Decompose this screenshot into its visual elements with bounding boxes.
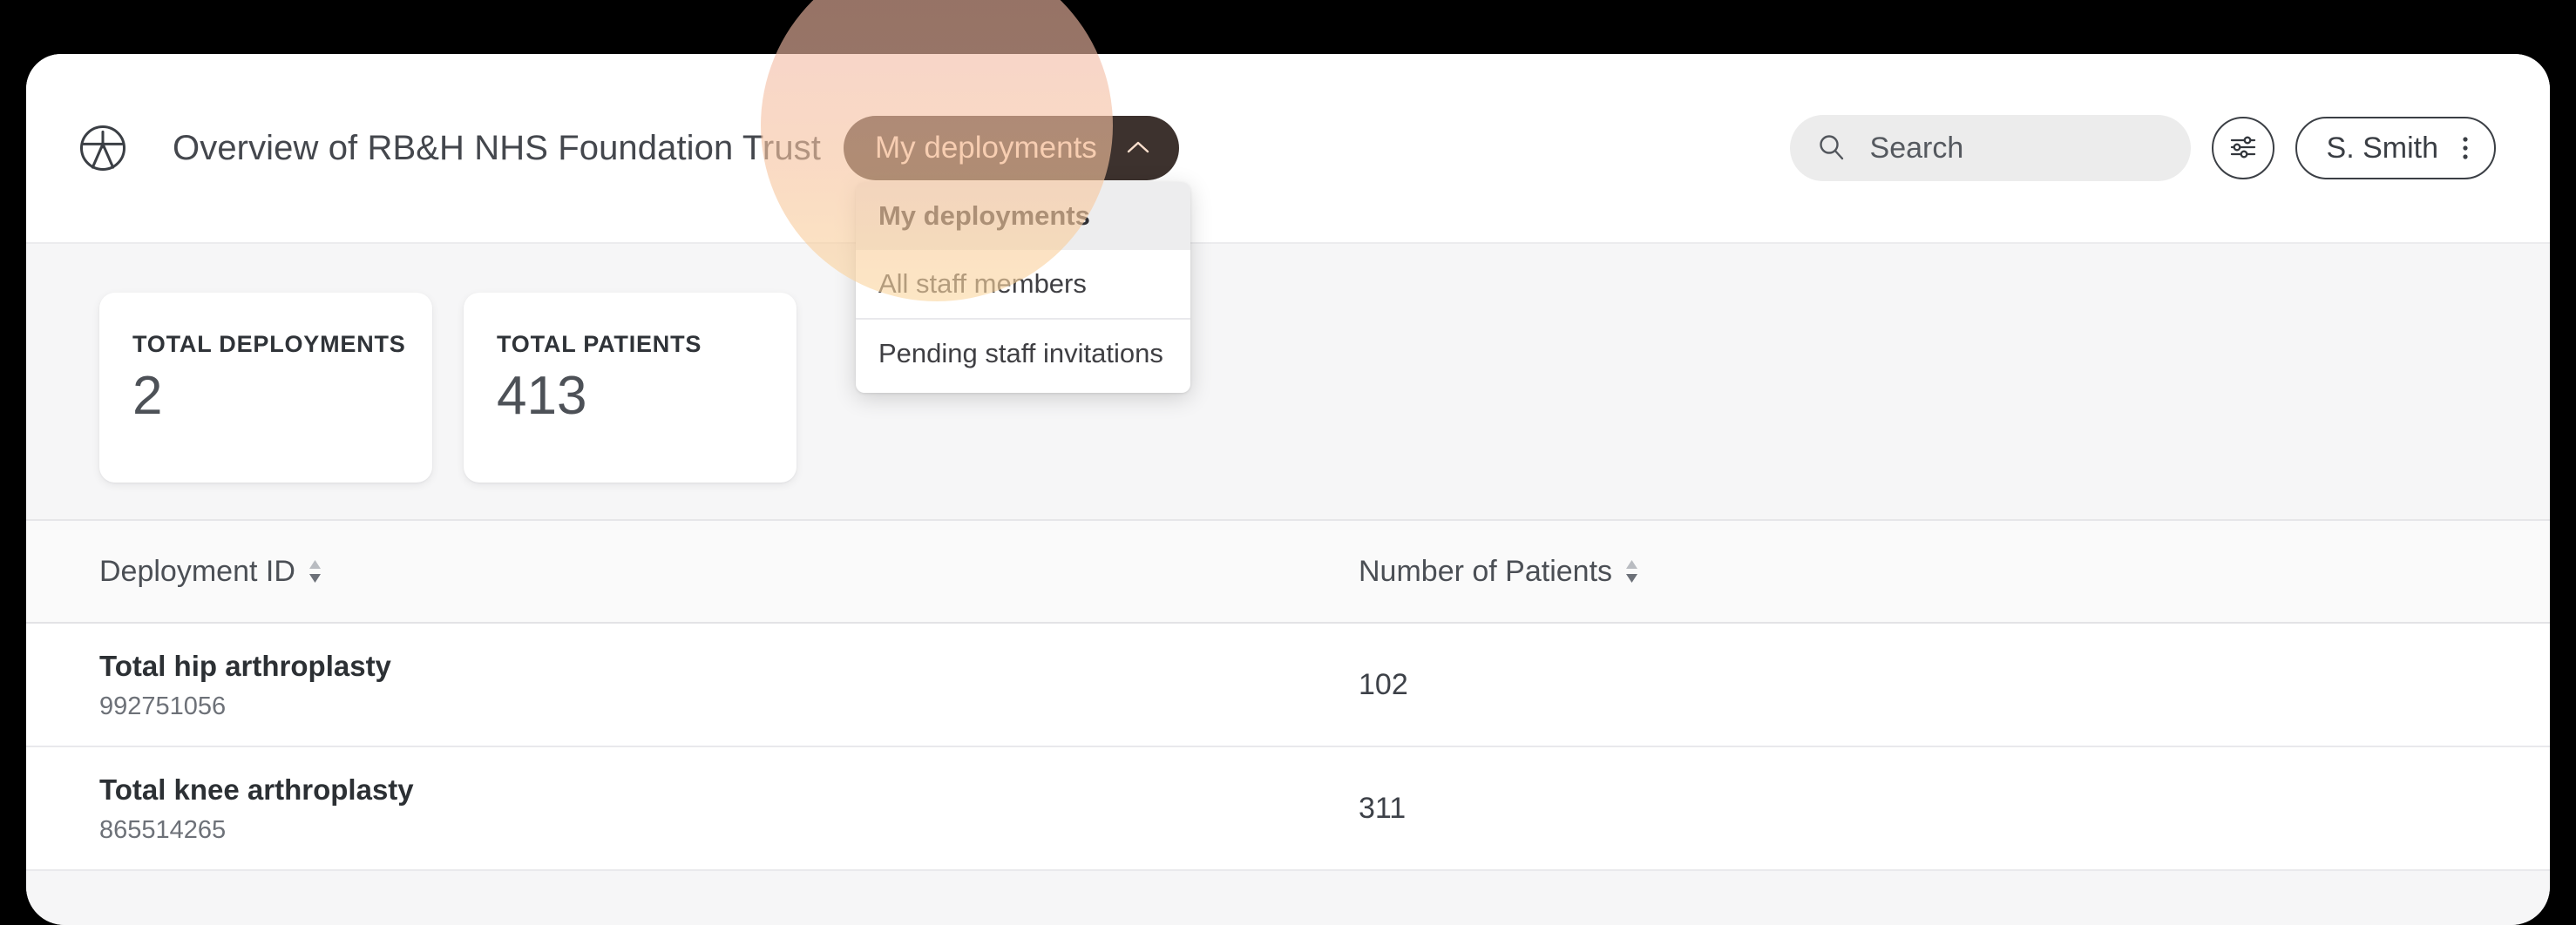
app-window: Overview of RB&H NHS Foundation Trust My… — [26, 54, 2550, 925]
search-box[interactable] — [1789, 115, 2191, 181]
cell-number-of-patients: 102 — [1359, 667, 1408, 701]
column-header-deployment-id[interactable]: Deployment ID — [99, 555, 1359, 589]
stat-card-label: TOTAL PATIENTS — [497, 331, 702, 357]
deployment-name: Total hip arthroplasty — [99, 650, 391, 683]
sort-arrows-icon[interactable] — [308, 555, 322, 588]
table-row[interactable]: Total knee arthroplasty 865514265 311 — [26, 747, 2550, 871]
kebab-menu-icon — [2461, 132, 2470, 165]
scope-dropdown-button-label: My deployments — [874, 131, 1097, 165]
stat-card-value: 2 — [132, 366, 163, 426]
cell-deployment: Total knee arthroplasty 865514265 — [99, 772, 1359, 844]
filter-settings-button[interactable] — [2211, 117, 2274, 179]
scope-dropdown-button[interactable]: My deployments — [843, 116, 1179, 180]
deployments-table: Deployment ID Number of Patients Total h… — [26, 519, 2550, 871]
user-name-label: S. Smith — [2326, 131, 2438, 165]
deployment-name: Total knee arthroplasty — [99, 773, 414, 807]
scope-menu-item-pending-staff-invitations[interactable]: Pending staff invitations — [855, 318, 1190, 388]
scope-dropdown-menu: My deployments All staff members Pending… — [855, 182, 1190, 393]
stat-card-total-deployments: TOTAL DEPLOYMENTS 2 — [99, 293, 432, 483]
table-row[interactable]: Total hip arthroplasty 992751056 102 — [26, 624, 2550, 747]
scope-menu-item-all-staff-members[interactable]: All staff members — [856, 250, 1190, 318]
cell-number-of-patients: 311 — [1359, 791, 1407, 825]
column-header-label: Deployment ID — [99, 554, 295, 588]
search-icon — [1816, 132, 1847, 164]
search-input[interactable] — [1869, 131, 2165, 165]
column-header-label: Number of Patients — [1359, 554, 1613, 588]
cell-deployment: Total hip arthroplasty 992751056 — [99, 648, 1359, 720]
deployment-id: 865514265 — [99, 815, 227, 844]
stat-card-value: 413 — [497, 366, 587, 426]
scope-menu-item-my-deployments[interactable]: My deployments — [855, 182, 1190, 250]
user-menu-button[interactable]: S. Smith — [2295, 117, 2496, 179]
scope-dropdown: My deployments My deployments All staff … — [843, 116, 1190, 393]
app-header: Overview of RB&H NHS Foundation Trust My… — [26, 54, 2550, 393]
table-header-row: Deployment ID Number of Patients — [26, 521, 2550, 624]
sliders-icon — [2227, 131, 2260, 166]
stat-card-label: TOTAL DEPLOYMENTS — [132, 331, 406, 357]
chevron-up-icon — [1123, 133, 1153, 163]
deployment-id: 992751056 — [99, 692, 227, 720]
sort-arrows-icon[interactable] — [1624, 555, 1639, 588]
stat-card-total-patients: TOTAL PATIENTS 413 — [464, 293, 797, 483]
accessibility-circle-logo-icon — [78, 124, 127, 172]
page-title: Overview of RB&H NHS Foundation Trust — [173, 128, 821, 167]
header-actions: S. Smith — [1789, 115, 2496, 181]
stat-card-row: TOTAL DEPLOYMENTS 2 TOTAL PATIENTS 413 — [26, 244, 2550, 483]
app-body: TOTAL DEPLOYMENTS 2 TOTAL PATIENTS 413 D… — [26, 244, 2550, 925]
column-header-number-of-patients[interactable]: Number of Patients — [1359, 555, 2550, 589]
